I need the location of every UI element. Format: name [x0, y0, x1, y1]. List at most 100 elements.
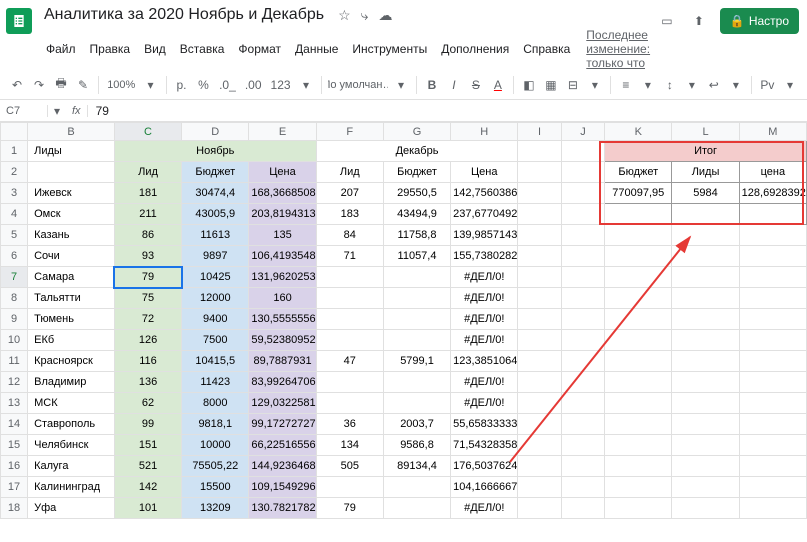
cell[interactable]: #ДЕЛ/0! — [451, 372, 518, 393]
col-header[interactable]: D — [182, 123, 249, 141]
document-title[interactable]: Аналитика за 2020 Ноябрь и Декабрь — [40, 4, 328, 26]
cell[interactable] — [561, 225, 604, 246]
cell[interactable] — [672, 246, 739, 267]
menu-file[interactable]: Файл — [40, 40, 82, 58]
cell[interactable] — [561, 330, 604, 351]
cell[interactable]: Владимир — [28, 372, 115, 393]
cell[interactable] — [316, 267, 383, 288]
chevron-down-icon[interactable]: ▾ — [727, 75, 745, 95]
cell[interactable] — [383, 288, 450, 309]
chevron-down-icon[interactable]: ▾ — [781, 75, 799, 95]
cell[interactable] — [561, 372, 604, 393]
cell[interactable]: 142,7560386 — [451, 183, 518, 204]
row-header[interactable]: 14 — [1, 414, 28, 435]
cell[interactable]: 130,5555556 — [249, 309, 316, 330]
col-header[interactable]: F — [316, 123, 383, 141]
cell[interactable] — [605, 309, 672, 330]
cell[interactable]: 123,3851064 — [451, 351, 518, 372]
col-header[interactable]: E — [249, 123, 316, 141]
cell[interactable] — [518, 393, 561, 414]
wrap-icon[interactable]: ↩ — [705, 75, 723, 95]
row-header[interactable]: 17 — [1, 477, 28, 498]
cell[interactable]: 89134,4 — [383, 456, 450, 477]
cell[interactable]: Лиды — [28, 141, 115, 162]
cell[interactable] — [672, 309, 739, 330]
cell[interactable] — [383, 330, 450, 351]
chevron-down-icon[interactable]: ▾ — [142, 75, 160, 95]
col-header[interactable]: M — [739, 123, 806, 141]
move-icon[interactable]: ⤷ — [361, 7, 369, 24]
cell[interactable] — [561, 351, 604, 372]
menu-addons[interactable]: Дополнения — [435, 40, 515, 58]
borders-icon[interactable]: ▦ — [542, 75, 560, 95]
cell[interactable]: #ДЕЛ/0! — [451, 393, 518, 414]
cell[interactable]: 93 — [114, 246, 181, 267]
cell[interactable]: 134 — [316, 435, 383, 456]
cell[interactable]: #ДЕЛ/0! — [451, 288, 518, 309]
menu-view[interactable]: Вид — [138, 40, 172, 58]
cell[interactable] — [561, 435, 604, 456]
print-icon[interactable]: 🖶 — [52, 75, 70, 95]
cell[interactable] — [605, 267, 672, 288]
cell[interactable]: 521 — [114, 456, 181, 477]
cell[interactable]: 11613 — [182, 225, 249, 246]
cell[interactable] — [672, 393, 739, 414]
cell[interactable]: #ДЕЛ/0! — [451, 267, 518, 288]
cell[interactable]: 106,4193548 — [249, 246, 316, 267]
cell[interactable] — [605, 225, 672, 246]
cell[interactable] — [672, 456, 739, 477]
cell[interactable]: Казань — [28, 225, 115, 246]
cell[interactable] — [518, 183, 561, 204]
share-button[interactable]: 🔒Настро — [720, 8, 799, 34]
cell[interactable] — [316, 393, 383, 414]
cell[interactable] — [739, 477, 806, 498]
cell[interactable] — [605, 246, 672, 267]
cell[interactable]: Тальятти — [28, 288, 115, 309]
cell[interactable] — [561, 414, 604, 435]
format-dec-less[interactable]: .0_ — [217, 75, 239, 95]
comments-icon[interactable]: ▭ — [656, 10, 678, 32]
cell[interactable] — [518, 225, 561, 246]
cell[interactable]: 55,65833333 — [451, 414, 518, 435]
menu-tools[interactable]: Инструменты — [346, 40, 433, 58]
row-header[interactable]: 11 — [1, 351, 28, 372]
cell[interactable] — [672, 372, 739, 393]
cell[interactable]: 62 — [114, 393, 181, 414]
cell[interactable] — [518, 162, 561, 183]
cell[interactable]: 83,99264706 — [249, 372, 316, 393]
row-header[interactable]: 7 — [1, 267, 28, 288]
cell[interactable] — [518, 246, 561, 267]
cell[interactable] — [518, 141, 561, 162]
cell[interactable] — [605, 351, 672, 372]
cell[interactable]: 11758,8 — [383, 225, 450, 246]
chevron-down-icon[interactable]: ▾ — [48, 101, 66, 121]
v-align-icon[interactable]: ↕ — [661, 75, 679, 95]
cell[interactable] — [672, 267, 739, 288]
cell[interactable]: 126 — [114, 330, 181, 351]
cell[interactable]: Калининград — [28, 477, 115, 498]
formula-input[interactable]: 79 — [88, 104, 117, 118]
cell[interactable] — [518, 330, 561, 351]
fill-color-icon[interactable]: ◧ — [520, 75, 538, 95]
chevron-down-icon[interactable]: ▾ — [683, 75, 701, 95]
redo-icon[interactable]: ↷ — [30, 75, 48, 95]
cell[interactable] — [739, 351, 806, 372]
cell[interactable]: 160 — [249, 288, 316, 309]
row-header[interactable]: 8 — [1, 288, 28, 309]
present-icon[interactable]: ⬆ — [688, 10, 710, 32]
col-header[interactable]: K — [605, 123, 672, 141]
cell[interactable] — [561, 162, 604, 183]
cell[interactable]: 79 — [114, 267, 181, 288]
zoom-select[interactable]: 100% — [105, 75, 138, 95]
cell[interactable] — [605, 330, 672, 351]
cell[interactable]: 89,7887931 — [249, 351, 316, 372]
cell[interactable]: 43494,9 — [383, 204, 450, 225]
chevron-down-icon[interactable]: ▾ — [297, 75, 315, 95]
cell[interactable] — [561, 183, 604, 204]
cell[interactable] — [739, 330, 806, 351]
row-header[interactable]: 4 — [1, 204, 28, 225]
cell[interactable]: 43005,9 — [182, 204, 249, 225]
cell[interactable]: Итог — [605, 141, 807, 162]
cell[interactable] — [672, 204, 739, 225]
cell[interactable]: 109,1549296 — [249, 477, 316, 498]
